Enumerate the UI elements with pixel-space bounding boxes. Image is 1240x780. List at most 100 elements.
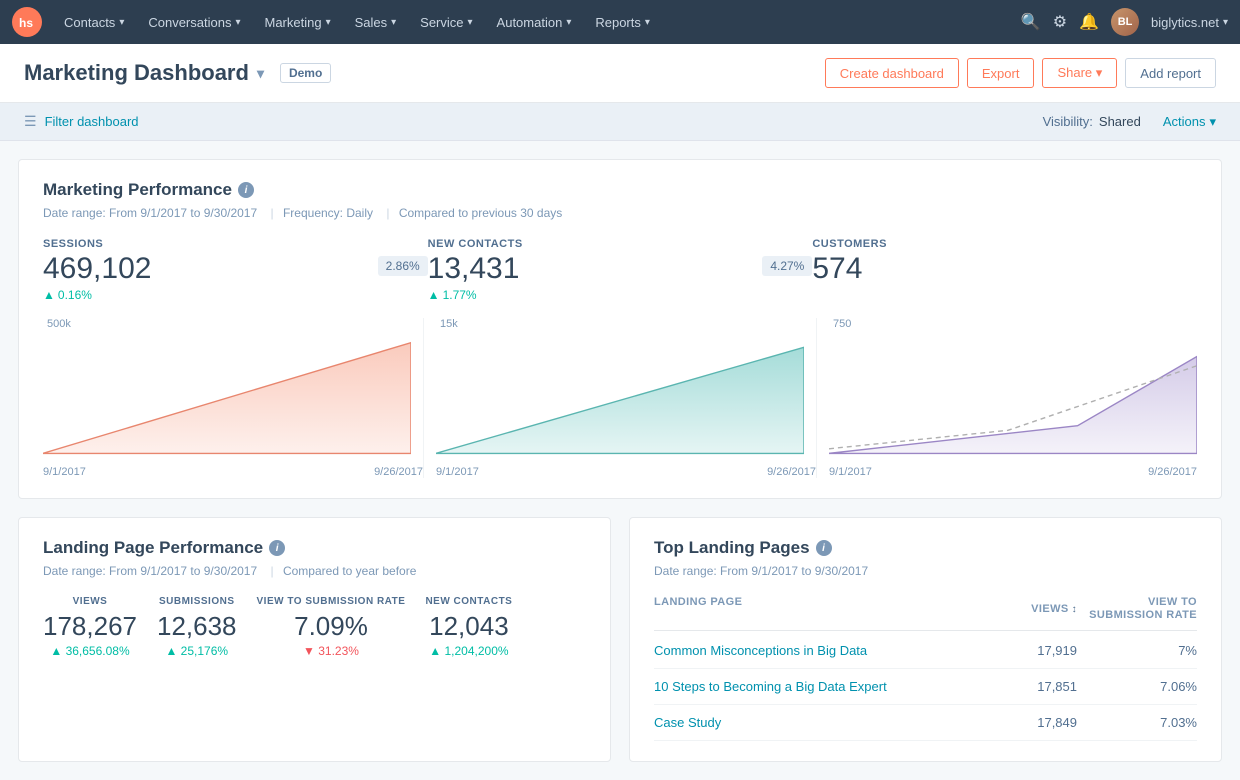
rate-cell: 7% <box>1077 643 1197 658</box>
lp-new-contacts-value: 12,043 <box>425 611 512 642</box>
bottom-grid: Landing Page Performance i Date range: F… <box>18 517 1222 762</box>
chevron-down-icon: ▾ <box>119 17 124 28</box>
chevron-down-icon: ▾ <box>1096 65 1103 80</box>
up-arrow-icon: ▲ <box>165 644 177 658</box>
lp-submissions-change: ▲ 25,176% <box>157 644 237 658</box>
settings-icon[interactable]: ⚙ <box>1053 12 1067 32</box>
lp-views-change: ▲ 36,656.08% <box>43 644 137 658</box>
lp-submissions-stat: SUBMISSIONS 12,638 ▲ 25,176% <box>157 596 237 658</box>
nav-sales[interactable]: Sales ▾ <box>345 0 407 44</box>
top-pages-table-body: Common Misconceptions in Big Data 17,919… <box>654 633 1197 741</box>
table-row: Common Misconceptions in Big Data 17,919… <box>654 633 1197 669</box>
chevron-down-icon: ▾ <box>468 17 473 28</box>
table-row: 10 Steps to Becoming a Big Data Expert 1… <box>654 669 1197 705</box>
chevron-down-icon: ▾ <box>235 17 240 28</box>
customers-chart: 750 9/1/2017 9/26/2017 <box>829 318 1197 478</box>
table-row: Case Study 17,849 7.03% <box>654 705 1197 741</box>
info-icon[interactable]: i <box>238 182 254 198</box>
lp-views-stat: VIEWS 178,267 ▲ 36,656.08% <box>43 596 137 658</box>
landing-page-performance-meta: Date range: From 9/1/2017 to 9/30/2017 |… <box>43 564 586 578</box>
sessions-chart-y-label: 500k <box>47 318 71 330</box>
lp-stats: VIEWS 178,267 ▲ 36,656.08% SUBMISSIONS 1… <box>43 596 586 658</box>
lp-rate-value: 7.09% <box>257 611 406 642</box>
filter-bar: ☰ Filter dashboard Visibility: Shared Ac… <box>0 103 1240 141</box>
lp-views-value: 178,267 <box>43 611 137 642</box>
top-landing-pages-title: Top Landing Pages i <box>654 538 1197 558</box>
sessions-change: ▲ 0.16% <box>43 288 151 302</box>
search-icon[interactable]: 🔍 <box>1021 12 1041 32</box>
title-dropdown-icon[interactable]: ▾ <box>257 65 264 82</box>
top-landing-pages-meta: Date range: From 9/1/2017 to 9/30/2017 <box>654 564 1197 578</box>
col-views: VIEWS ↕ <box>977 596 1077 622</box>
hubspot-logo[interactable]: hs <box>12 7 42 37</box>
stats-row: SESSIONS 469,102 ▲ 0.16% 2.86% NEW CONTA… <box>43 238 1197 302</box>
notifications-icon[interactable]: 🔔 <box>1079 12 1099 32</box>
add-report-button[interactable]: Add report <box>1125 58 1216 88</box>
new-contacts-stat: NEW CONTACTS 13,431 ▲ 1.77% 4.27% <box>428 238 813 302</box>
up-arrow-icon: ▲ <box>429 644 441 658</box>
sessions-value: 469,102 <box>43 252 151 286</box>
customers-value: 574 <box>812 252 1197 286</box>
chevron-down-icon: ▾ <box>566 17 571 28</box>
actions-dropdown[interactable]: Actions ▾ <box>1163 114 1216 130</box>
avatar[interactable]: BL <box>1111 8 1139 36</box>
nav-contacts[interactable]: Contacts ▾ <box>54 0 134 44</box>
views-cell: 17,849 <box>977 715 1077 730</box>
customers-stat: CUSTOMERS 574 <box>812 238 1197 302</box>
table-header: LANDING PAGE VIEWS ↕ VIEW TO SUBMISSION … <box>654 596 1197 631</box>
filter-dashboard-link[interactable]: Filter dashboard <box>45 114 139 129</box>
nav-reports[interactable]: Reports ▾ <box>585 0 660 44</box>
sessions-chart-date-right: 9/26/2017 <box>374 466 423 478</box>
info-icon[interactable]: i <box>816 540 832 556</box>
landing-page-performance-card: Landing Page Performance i Date range: F… <box>18 517 611 762</box>
page-title: Marketing Dashboard ▾ Demo <box>24 60 331 86</box>
rate-cell: 7.06% <box>1077 679 1197 694</box>
views-cell: 17,851 <box>977 679 1077 694</box>
lp-new-contacts-change: ▲ 1,204,200% <box>425 644 512 658</box>
contacts-chart-date-left: 9/1/2017 <box>436 466 479 478</box>
nav-service[interactable]: Service ▾ <box>410 0 482 44</box>
header-actions: Create dashboard Export Share ▾ Add repo… <box>825 58 1216 88</box>
lp-rate-change: ▼ 31.23% <box>257 644 406 658</box>
nav-marketing[interactable]: Marketing ▾ <box>254 0 340 44</box>
up-arrow-icon: ▲ <box>50 644 62 658</box>
info-icon[interactable]: i <box>269 540 285 556</box>
views-cell: 17,919 <box>977 643 1077 658</box>
main-content: Marketing Performance i Date range: From… <box>0 141 1240 780</box>
landing-page-link[interactable]: 10 Steps to Becoming a Big Data Expert <box>654 679 977 694</box>
lp-rate-stat: VIEW TO SUBMISSION RATE 7.09% ▼ 31.23% <box>257 596 406 658</box>
top-navigation: hs Contacts ▾ Conversations ▾ Marketing … <box>0 0 1240 44</box>
col-rate: VIEW TO SUBMISSION RATE <box>1077 596 1197 622</box>
chevron-down-icon: ▾ <box>391 17 396 28</box>
new-contacts-value: 13,431 <box>428 252 520 286</box>
up-arrow-icon: ▲ <box>43 288 55 302</box>
svg-text:hs: hs <box>19 16 33 30</box>
nav-automation[interactable]: Automation ▾ <box>487 0 582 44</box>
col-landing-page: LANDING PAGE <box>654 596 977 622</box>
sessions-chart-date-left: 9/1/2017 <box>43 466 86 478</box>
marketing-performance-meta: Date range: From 9/1/2017 to 9/30/2017 |… <box>43 206 1197 220</box>
sessions-badge: 2.86% <box>378 256 428 276</box>
share-button[interactable]: Share ▾ <box>1042 58 1117 88</box>
page-header: Marketing Dashboard ▾ Demo Create dashbo… <box>0 44 1240 103</box>
create-dashboard-button[interactable]: Create dashboard <box>825 58 959 88</box>
sessions-chart: 500k 9/1/2017 9/26/2017 <box>43 318 424 478</box>
chevron-down-icon: ▾ <box>326 17 331 28</box>
nav-conversations[interactable]: Conversations ▾ <box>138 0 250 44</box>
charts-row: 500k 9/1/2017 9/26/2017 15k <box>43 318 1197 478</box>
new-contacts-change: ▲ 1.77% <box>428 288 520 302</box>
marketing-performance-title: Marketing Performance i <box>43 180 1197 200</box>
lp-new-contacts-stat: NEW CONTACTS 12,043 ▲ 1,204,200% <box>425 596 512 658</box>
visibility-value: Shared <box>1099 114 1141 129</box>
landing-page-performance-title: Landing Page Performance i <box>43 538 586 558</box>
demo-badge: Demo <box>280 63 331 83</box>
user-menu[interactable]: biglytics.net ▾ <box>1151 15 1228 30</box>
customers-chart-y-label: 750 <box>833 318 851 330</box>
rate-cell: 7.03% <box>1077 715 1197 730</box>
landing-page-link[interactable]: Case Study <box>654 715 977 730</box>
landing-page-link[interactable]: Common Misconceptions in Big Data <box>654 643 977 658</box>
customers-chart-date-left: 9/1/2017 <box>829 466 872 478</box>
marketing-performance-card: Marketing Performance i Date range: From… <box>18 159 1222 499</box>
lp-submissions-value: 12,638 <box>157 611 237 642</box>
export-button[interactable]: Export <box>967 58 1035 88</box>
